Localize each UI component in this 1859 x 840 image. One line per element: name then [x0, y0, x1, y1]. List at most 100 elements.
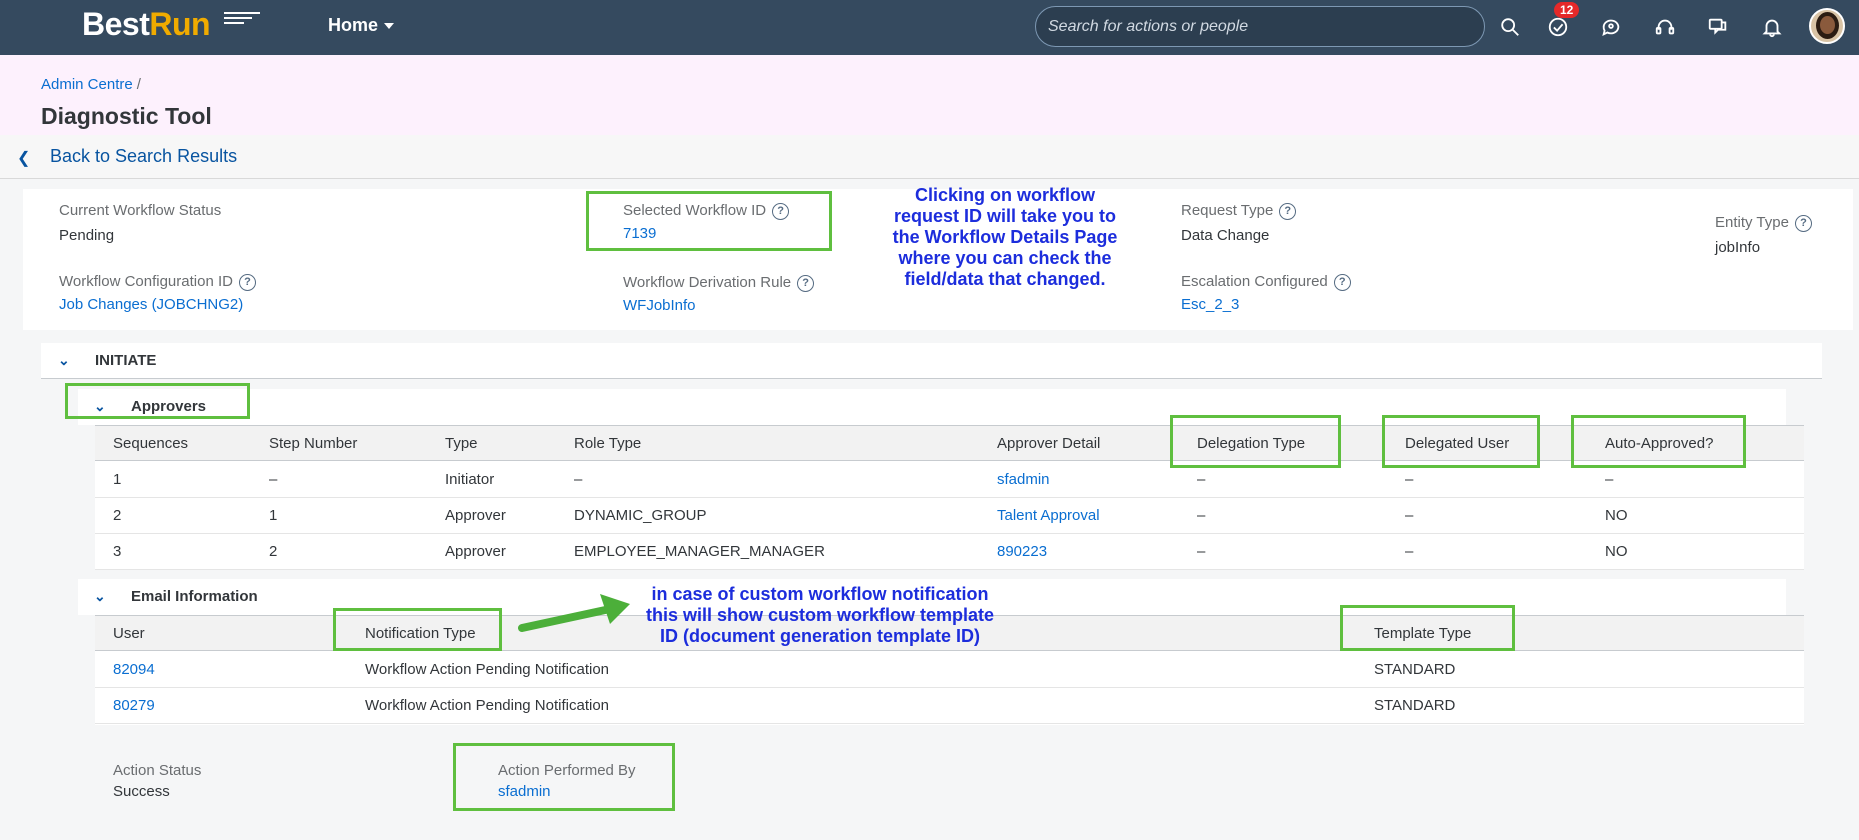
column-header: Type: [445, 435, 478, 452]
annotation-workflow-id-note: Clicking on workflow request ID will tak…: [892, 185, 1118, 289]
email-user-link[interactable]: 82094: [113, 661, 155, 678]
breadcrumb-admin-centre-link[interactable]: Admin Centre: [41, 76, 133, 93]
chevron-down-icon[interactable]: ⌄: [58, 352, 70, 369]
search-icon[interactable]: [1496, 13, 1524, 41]
table-cell: –: [269, 471, 278, 488]
highlight-box-approvers: [65, 383, 250, 419]
chat-icon[interactable]: [1597, 13, 1625, 41]
home-menu-button[interactable]: Home: [328, 15, 395, 36]
table-cell: –: [1197, 543, 1206, 560]
table-cell: NO: [1605, 543, 1628, 560]
column-header: Step Number: [269, 435, 358, 452]
headset-icon[interactable]: [1651, 13, 1679, 41]
chevron-left-icon[interactable]: ❮: [17, 148, 30, 168]
table-cell: 1: [269, 507, 278, 524]
table-cell: STANDARD: [1374, 661, 1456, 678]
column-header: Approver Detail: [997, 435, 1101, 452]
breadcrumb-separator: /: [136, 76, 141, 93]
table-cell: Approver: [445, 507, 506, 524]
logo-best-text: Best: [82, 6, 150, 42]
table-cell: EMPLOYEE_MANAGER_MANAGER: [574, 543, 825, 560]
highlight-box-delegated-user: [1382, 415, 1540, 468]
todo-count-badge: 12: [1554, 2, 1580, 18]
chevron-down-icon[interactable]: ⌄: [94, 588, 106, 605]
table-cell: –: [1405, 471, 1414, 488]
escalation-configured-label: Escalation Configured?: [1181, 273, 1351, 291]
table-cell: 3: [113, 543, 122, 560]
breadcrumb: Admin Centre /: [41, 76, 141, 93]
table-cell: 2: [269, 543, 278, 560]
workflow-config-id-link[interactable]: Job Changes (JOBCHNG2): [59, 296, 243, 313]
caret-down-icon: [384, 23, 395, 30]
workflow-config-id-label-text: Workflow Configuration ID: [59, 273, 233, 290]
help-icon[interactable]: ?: [1279, 202, 1297, 220]
page-header: [0, 55, 1859, 135]
help-icon[interactable]: ?: [1333, 273, 1351, 291]
initiate-section-title: INITIATE: [95, 352, 157, 369]
column-header: User: [113, 625, 145, 642]
table-row: 82094 Workflow Action Pending Notificati…: [95, 652, 1804, 688]
table-row: 3 2 Approver EMPLOYEE_MANAGER_MANAGER 89…: [95, 534, 1804, 570]
back-to-search-results-link[interactable]: Back to Search Results: [50, 146, 237, 167]
current-status-label: Current Workflow Status: [59, 202, 222, 219]
action-status-label: Action Status: [113, 762, 202, 779]
approvers-table: Sequences Step Number Type Role Type App…: [95, 425, 1804, 570]
derivation-rule-label-text: Workflow Derivation Rule: [623, 274, 792, 291]
table-row: 80279 Workflow Action Pending Notificati…: [95, 688, 1804, 724]
derivation-rule-label: Workflow Derivation Rule?: [623, 274, 815, 292]
escalation-configured-link[interactable]: Esc_2_3: [1181, 296, 1239, 313]
table-cell: –: [574, 471, 583, 488]
table-cell: Workflow Action Pending Notification: [365, 697, 610, 714]
bestrun-logo[interactable]: BestRun: [82, 6, 211, 43]
annotation-template-note: in case of custom workflow notification …: [645, 584, 995, 646]
table-cell: –: [1605, 471, 1614, 488]
annotation-arrow: [518, 594, 630, 632]
entity-type-label-text: Entity Type: [1715, 214, 1789, 231]
email-user-link[interactable]: 80279: [113, 697, 155, 714]
table-cell: DYNAMIC_GROUP: [574, 507, 707, 524]
user-avatar[interactable]: [1809, 8, 1845, 44]
workflow-config-id-label: Workflow Configuration ID?: [59, 273, 256, 291]
help-bubble-icon[interactable]: [1704, 13, 1732, 41]
search-input[interactable]: [1035, 6, 1485, 47]
column-header: Role Type: [574, 435, 642, 452]
help-icon[interactable]: ?: [1794, 214, 1812, 232]
help-icon[interactable]: ?: [797, 274, 815, 292]
help-icon[interactable]: ?: [238, 273, 256, 291]
approver-detail-link[interactable]: 890223: [997, 543, 1047, 560]
back-bar: [0, 135, 1859, 179]
table-row: 2 1 Approver DYNAMIC_GROUP Talent Approv…: [95, 498, 1804, 534]
table-cell: –: [1197, 471, 1206, 488]
table-cell: –: [1405, 543, 1414, 560]
table-cell: Workflow Action Pending Notification: [365, 661, 610, 678]
column-header: Sequences: [113, 435, 189, 452]
approver-detail-link[interactable]: Talent Approval: [997, 507, 1100, 524]
table-cell: STANDARD: [1374, 697, 1456, 714]
shell-bar: BestRun Home 12: [0, 0, 1859, 55]
initiate-section-header[interactable]: [41, 343, 1822, 379]
table-cell: 1: [113, 471, 122, 488]
highlight-box-notification-type: [333, 608, 502, 651]
home-menu-label: Home: [328, 15, 379, 35]
bell-icon[interactable]: [1758, 13, 1786, 41]
table-row: 1 – Initiator – sfadmin – – –: [95, 462, 1804, 498]
highlight-box-template-type: [1340, 605, 1515, 651]
highlight-box-delegation-type: [1170, 415, 1341, 468]
highlight-box-auto-approved: [1571, 415, 1746, 468]
table-cell: NO: [1605, 507, 1628, 524]
request-type-label: Request Type?: [1181, 202, 1297, 220]
entity-type-value: jobInfo: [1715, 239, 1761, 256]
request-type-label-text: Request Type: [1181, 202, 1274, 219]
action-status-value: Success: [113, 783, 170, 800]
current-status-value: Pending: [59, 227, 115, 244]
entity-type-label: Entity Type?: [1715, 214, 1812, 232]
table-cell: Approver: [445, 543, 506, 560]
logo-run-text: Run: [149, 6, 211, 42]
table-cell: –: [1197, 507, 1206, 524]
approver-detail-link[interactable]: sfadmin: [997, 471, 1050, 488]
request-type-value: Data Change: [1181, 227, 1270, 244]
highlight-box-workflow-id: [586, 191, 832, 251]
escalation-configured-label-text: Escalation Configured: [1181, 273, 1328, 290]
derivation-rule-link[interactable]: WFJobInfo: [623, 297, 696, 314]
table-header-row: Sequences Step Number Type Role Type App…: [95, 425, 1804, 461]
